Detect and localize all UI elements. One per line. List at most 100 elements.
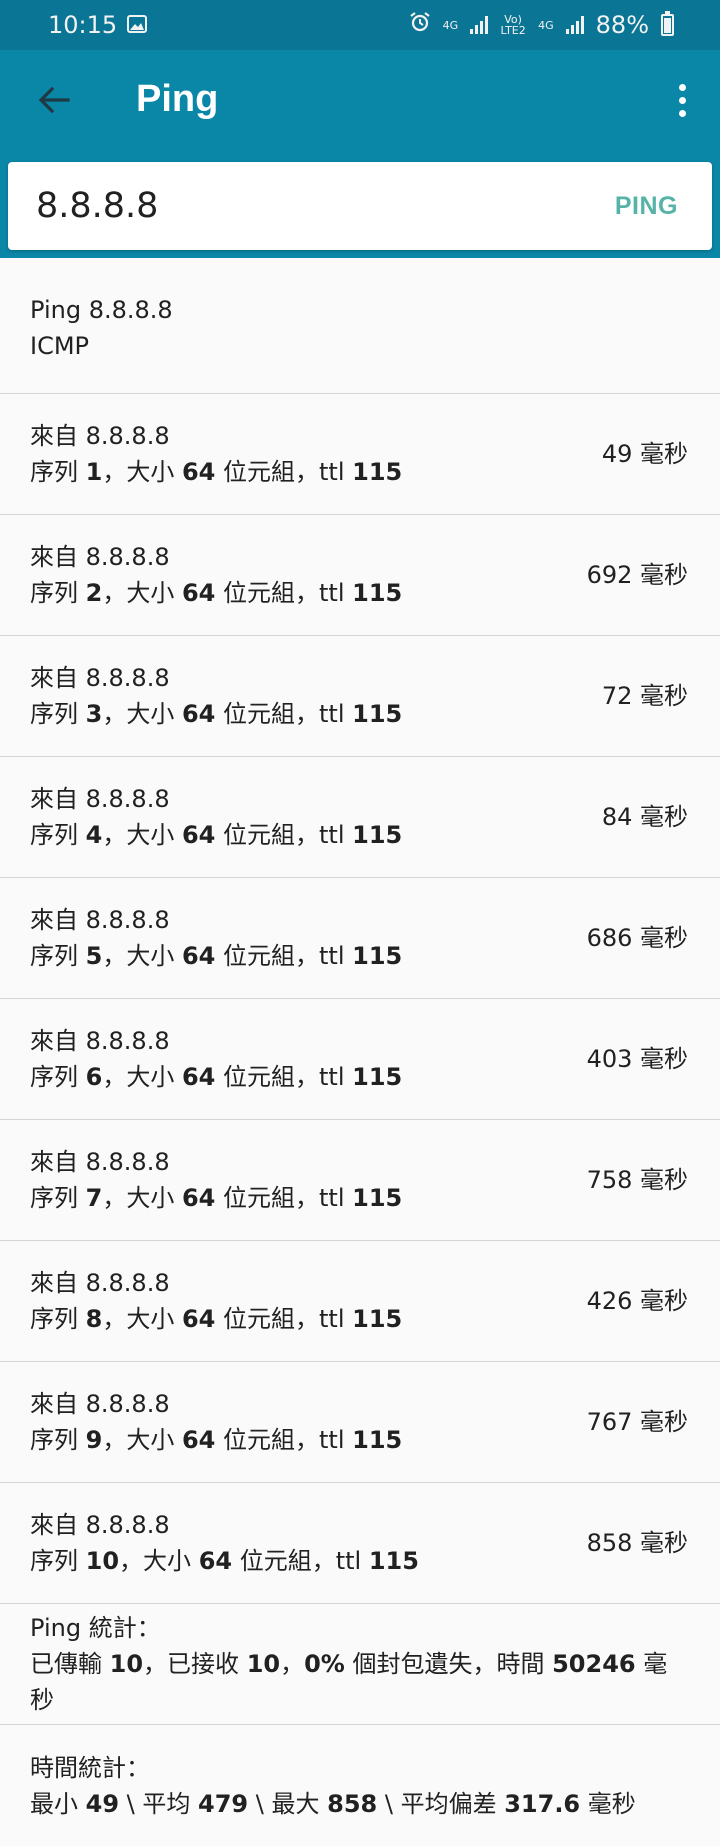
back-arrow-icon[interactable] — [34, 80, 74, 120]
packet-size: 64 — [181, 700, 216, 728]
sequence-number: 2 — [85, 579, 103, 607]
ttl-value: 115 — [352, 458, 403, 486]
reply-details: 序列 7，大小 64 位元組，ttl 115 — [30, 1184, 403, 1212]
reply-row: 來自 8.8.8.8 序列 6，大小 64 位元組，ttl 115 403 毫秒 — [0, 999, 720, 1120]
reply-source: 來自 8.8.8.8 — [30, 1511, 170, 1539]
packet-size: 64 — [181, 579, 216, 607]
sequence-number: 4 — [85, 821, 103, 849]
ttl-value: 115 — [352, 821, 403, 849]
total-time: 50246 — [552, 1650, 636, 1678]
sent-count: 10 — [109, 1650, 144, 1678]
mean-deviation: 317.6 — [504, 1789, 581, 1818]
reply-latency: 767 毫秒 — [586, 1408, 688, 1436]
battery-percent: 88% — [595, 11, 649, 39]
reply-latency: 49 毫秒 — [601, 440, 688, 468]
sequence-number: 7 — [85, 1184, 103, 1212]
time-statistics-row: 時間統計： 最小 49 \ 平均 479 \ 最大 858 \ 平均偏差 317… — [0, 1725, 720, 1846]
reply-latency: 426 毫秒 — [586, 1287, 688, 1315]
reply-source: 來自 8.8.8.8 — [30, 1027, 170, 1055]
reply-latency: 692 毫秒 — [586, 561, 688, 589]
ttl-value: 115 — [352, 700, 403, 728]
status-bar: 10:15 4G Vo) LTE2 4G 88% — [0, 0, 720, 50]
reply-row: 來自 8.8.8.8 序列 2，大小 64 位元組，ttl 115 692 毫秒 — [0, 515, 720, 636]
time-statistics-summary: 最小 49 \ 平均 479 \ 最大 858 \ 平均偏差 317.6 毫秒 — [30, 1789, 636, 1818]
ttl-value: 115 — [352, 1305, 403, 1333]
ttl-value: 115 — [352, 579, 403, 607]
max-time: 858 — [327, 1789, 378, 1818]
alarm-icon — [409, 11, 431, 39]
received-count: 10 — [246, 1650, 281, 1678]
gallery-notification-icon — [127, 11, 148, 39]
ping-statistics-row: Ping 統計： 已傳輸 10，已接收 10，0% 個封包遺失，時間 50246… — [0, 1604, 720, 1725]
reply-details: 序列 2，大小 64 位元組，ttl 115 — [30, 579, 403, 607]
avg-time: 479 — [198, 1789, 249, 1818]
ttl-value: 115 — [352, 1063, 403, 1091]
reply-row: 來自 8.8.8.8 序列 1，大小 64 位元組，ttl 115 49 毫秒 — [0, 394, 720, 515]
ping-results-list: Ping 8.8.8.8 ICMP 來自 8.8.8.8 序列 1，大小 64 位… — [0, 258, 720, 1846]
reply-details: 序列 8，大小 64 位元組，ttl 115 — [30, 1305, 403, 1333]
sequence-number: 9 — [85, 1426, 103, 1454]
host-input[interactable] — [36, 186, 496, 226]
host-search-bar: PING — [8, 162, 712, 250]
volte-label: Vo) LTE2 — [500, 13, 526, 37]
sequence-number: 6 — [85, 1063, 103, 1091]
sequence-number: 1 — [85, 458, 103, 486]
packet-size: 64 — [181, 942, 216, 970]
reply-details: 序列 1，大小 64 位元組，ttl 115 — [30, 458, 403, 486]
reply-latency: 403 毫秒 — [586, 1045, 688, 1073]
packet-size: 64 — [181, 1063, 216, 1091]
packet-size: 64 — [181, 1426, 216, 1454]
min-time: 49 — [85, 1789, 120, 1818]
network-type-label-2: 4G — [538, 18, 554, 32]
reply-row: 來自 8.8.8.8 序列 7，大小 64 位元組，ttl 115 758 毫秒 — [0, 1120, 720, 1241]
ping-target-label: Ping 8.8.8.8 — [30, 295, 173, 324]
reply-row: 來自 8.8.8.8 序列 9，大小 64 位元組，ttl 115 767 毫秒 — [0, 1362, 720, 1483]
reply-latency: 686 毫秒 — [586, 924, 688, 952]
network-type-label: 4G — [442, 18, 459, 32]
toolbar: Ping — [0, 50, 720, 162]
battery-icon — [661, 11, 674, 36]
sequence-number: 8 — [85, 1305, 103, 1333]
signal-icon-2 — [565, 16, 584, 34]
ttl-value: 115 — [352, 942, 403, 970]
ping-statistics-summary: 已傳輸 10，已接收 10，0% 個封包遺失，時間 50246 毫秒 — [30, 1650, 668, 1714]
clock: 10:15 — [48, 11, 118, 39]
reply-source: 來自 8.8.8.8 — [30, 1148, 170, 1176]
reply-latency: 758 毫秒 — [586, 1166, 688, 1194]
reply-row: 來自 8.8.8.8 序列 10，大小 64 位元組，ttl 115 858 毫秒 — [0, 1483, 720, 1604]
reply-source: 來自 8.8.8.8 — [30, 906, 170, 934]
ping-statistics-title: Ping 統計： — [30, 1614, 161, 1642]
reply-source: 來自 8.8.8.8 — [30, 543, 170, 571]
page-title: Ping — [136, 78, 219, 120]
packet-size: 64 — [181, 1305, 216, 1333]
reply-source: 來自 8.8.8.8 — [30, 664, 170, 692]
reply-details: 序列 9，大小 64 位元組，ttl 115 — [30, 1426, 403, 1454]
reply-details: 序列 5，大小 64 位元組，ttl 115 — [30, 942, 403, 970]
ttl-value: 115 — [352, 1426, 403, 1454]
packet-loss: 0% — [304, 1650, 345, 1678]
protocol-label: ICMP — [30, 331, 90, 360]
app-header: 10:15 4G Vo) LTE2 4G 88% Ping PING — [0, 0, 720, 258]
reply-row: 來自 8.8.8.8 序列 4，大小 64 位元組，ttl 115 84 毫秒 — [0, 757, 720, 878]
reply-source: 來自 8.8.8.8 — [30, 1390, 170, 1418]
reply-latency: 72 毫秒 — [601, 682, 688, 710]
packet-size: 64 — [198, 1547, 233, 1575]
ttl-value: 115 — [352, 1184, 403, 1212]
more-options-icon[interactable] — [670, 80, 694, 120]
reply-details: 序列 10，大小 64 位元組，ttl 115 — [30, 1547, 419, 1575]
reply-row: 來自 8.8.8.8 序列 3，大小 64 位元組，ttl 115 72 毫秒 — [0, 636, 720, 757]
signal-icon — [470, 16, 489, 34]
reply-row: 來自 8.8.8.8 序列 8，大小 64 位元組，ttl 115 426 毫秒 — [0, 1241, 720, 1362]
reply-source: 來自 8.8.8.8 — [30, 1269, 170, 1297]
ping-button[interactable]: PING — [615, 192, 678, 221]
sequence-number: 5 — [85, 942, 103, 970]
reply-source: 來自 8.8.8.8 — [30, 422, 170, 450]
packet-size: 64 — [181, 458, 216, 486]
reply-details: 序列 3，大小 64 位元組，ttl 115 — [30, 700, 403, 728]
time-statistics-title: 時間統計： — [30, 1753, 150, 1782]
reply-details: 序列 4，大小 64 位元組，ttl 115 — [30, 821, 403, 849]
reply-row: 來自 8.8.8.8 序列 5，大小 64 位元組，ttl 115 686 毫秒 — [0, 878, 720, 999]
sequence-number: 3 — [85, 700, 103, 728]
packet-size: 64 — [181, 1184, 216, 1212]
reply-source: 來自 8.8.8.8 — [30, 785, 170, 813]
